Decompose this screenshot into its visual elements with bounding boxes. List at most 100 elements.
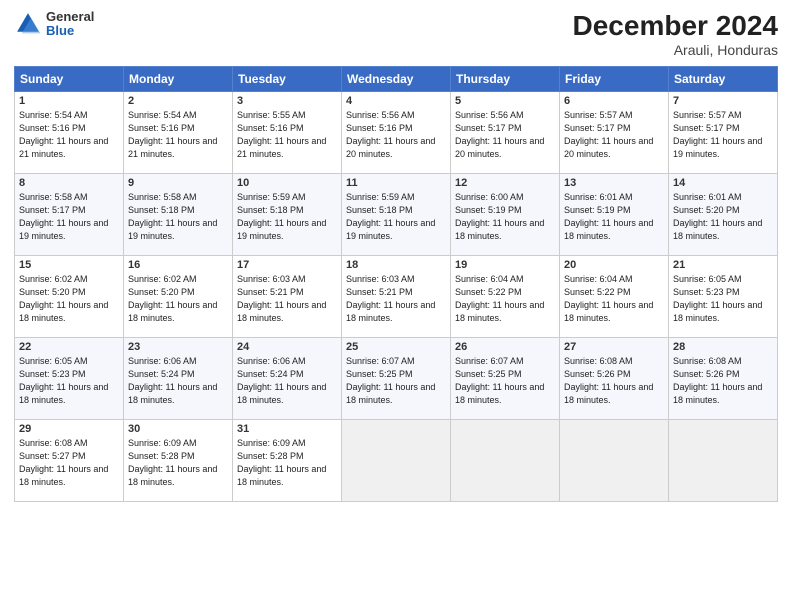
day-info: Sunrise: 6:04 AMSunset: 5:22 PMDaylight:… — [564, 273, 664, 325]
day-cell-6: 6 Sunrise: 5:57 AMSunset: 5:17 PMDaylight… — [560, 92, 669, 174]
day-number: 14 — [673, 177, 773, 189]
day-info: Sunrise: 6:03 AMSunset: 5:21 PMDaylight:… — [237, 273, 337, 325]
day-cell-1: 1 Sunrise: 5:54 AMSunset: 5:16 PMDaylight… — [15, 92, 124, 174]
day-info: Sunrise: 6:01 AMSunset: 5:20 PMDaylight:… — [673, 191, 773, 243]
calendar-week-2: 8 Sunrise: 5:58 AMSunset: 5:17 PMDaylight… — [15, 174, 778, 256]
weekday-header-row: SundayMondayTuesdayWednesdayThursdayFrid… — [15, 67, 778, 92]
calendar-week-5: 29 Sunrise: 6:08 AMSunset: 5:27 PMDayligh… — [15, 420, 778, 502]
title-block: December 2024 Arauli, Honduras — [573, 10, 778, 58]
day-info: Sunrise: 6:09 AMSunset: 5:28 PMDaylight:… — [237, 437, 337, 489]
page-container: General Blue December 2024 Arauli, Hondu… — [0, 0, 792, 612]
empty-cell — [451, 420, 560, 502]
calendar-body: 1 Sunrise: 5:54 AMSunset: 5:16 PMDaylight… — [15, 92, 778, 502]
day-cell-30: 30Sunrise: 6:09 AMSunset: 5:28 PMDayligh… — [124, 420, 233, 502]
weekday-monday: Monday — [124, 67, 233, 92]
day-number: 18 — [346, 259, 446, 271]
day-cell-27: 27 Sunrise: 6:08 AMSunset: 5:26 PMDayligh… — [560, 338, 669, 420]
day-cell-24: 24 Sunrise: 6:06 AMSunset: 5:24 PMDayligh… — [233, 338, 342, 420]
logo-blue: Blue — [46, 24, 94, 38]
day-number: 29 — [19, 423, 119, 435]
day-info: Sunrise: 5:59 AMSunset: 5:18 PMDaylight:… — [346, 191, 446, 243]
day-info: Sunrise: 6:07 AMSunset: 5:25 PMDaylight:… — [346, 355, 446, 407]
day-cell-4: 4 Sunrise: 5:56 AMSunset: 5:16 PMDaylight… — [342, 92, 451, 174]
day-cell-7: 7 Sunrise: 5:57 AMSunset: 5:17 PMDaylight… — [669, 92, 778, 174]
day-info: Sunrise: 6:08 AMSunset: 5:27 PMDaylight:… — [19, 437, 119, 489]
day-number: 30 — [128, 423, 228, 435]
day-info: Sunrise: 5:55 AMSunset: 5:16 PMDaylight:… — [237, 109, 337, 161]
day-info: Sunrise: 5:54 AMSunset: 5:16 PMDaylight:… — [128, 109, 228, 161]
day-info: Sunrise: 6:06 AMSunset: 5:24 PMDaylight:… — [237, 355, 337, 407]
day-info: Sunrise: 5:57 AMSunset: 5:17 PMDaylight:… — [673, 109, 773, 161]
day-cell-10: 10 Sunrise: 5:59 AMSunset: 5:18 PMDayligh… — [233, 174, 342, 256]
empty-cell — [342, 420, 451, 502]
day-number: 7 — [673, 95, 773, 107]
day-number: 21 — [673, 259, 773, 271]
day-info: Sunrise: 6:02 AMSunset: 5:20 PMDaylight:… — [19, 273, 119, 325]
day-info: Sunrise: 5:56 AMSunset: 5:16 PMDaylight:… — [346, 109, 446, 161]
day-info: Sunrise: 5:57 AMSunset: 5:17 PMDaylight:… — [564, 109, 664, 161]
day-cell-28: 28Sunrise: 6:08 AMSunset: 5:26 PMDayligh… — [669, 338, 778, 420]
day-cell-17: 17 Sunrise: 6:03 AMSunset: 5:21 PMDayligh… — [233, 256, 342, 338]
weekday-friday: Friday — [560, 67, 669, 92]
day-number: 8 — [19, 177, 119, 189]
day-number: 6 — [564, 95, 664, 107]
day-number: 28 — [673, 341, 773, 353]
day-info: Sunrise: 5:56 AMSunset: 5:17 PMDaylight:… — [455, 109, 555, 161]
day-info: Sunrise: 6:06 AMSunset: 5:24 PMDaylight:… — [128, 355, 228, 407]
day-cell-29: 29 Sunrise: 6:08 AMSunset: 5:27 PMDayligh… — [15, 420, 124, 502]
day-info: Sunrise: 5:58 AMSunset: 5:17 PMDaylight:… — [19, 191, 119, 243]
day-cell-26: 26Sunrise: 6:07 AMSunset: 5:25 PMDayligh… — [451, 338, 560, 420]
day-number: 17 — [237, 259, 337, 271]
day-number: 22 — [19, 341, 119, 353]
day-info: Sunrise: 6:05 AMSunset: 5:23 PMDaylight:… — [19, 355, 119, 407]
day-number: 10 — [237, 177, 337, 189]
logo-icon — [14, 10, 42, 38]
day-info: Sunrise: 5:54 AMSunset: 5:16 PMDaylight:… — [19, 109, 119, 161]
day-cell-14: 14 Sunrise: 6:01 AMSunset: 5:20 PMDayligh… — [669, 174, 778, 256]
day-info: Sunrise: 6:00 AMSunset: 5:19 PMDaylight:… — [455, 191, 555, 243]
logo-text: General Blue — [46, 10, 94, 39]
day-number: 20 — [564, 259, 664, 271]
weekday-saturday: Saturday — [669, 67, 778, 92]
day-cell-20: 20 Sunrise: 6:04 AMSunset: 5:22 PMDayligh… — [560, 256, 669, 338]
day-number: 25 — [346, 341, 446, 353]
page-header: General Blue December 2024 Arauli, Hondu… — [14, 10, 778, 58]
day-number: 24 — [237, 341, 337, 353]
day-info: Sunrise: 6:07 AMSunset: 5:25 PMDaylight:… — [455, 355, 555, 407]
day-info: Sunrise: 5:59 AMSunset: 5:18 PMDaylight:… — [237, 191, 337, 243]
day-cell-22: 22 Sunrise: 6:05 AMSunset: 5:23 PMDayligh… — [15, 338, 124, 420]
day-cell-31: 31 Sunrise: 6:09 AMSunset: 5:28 PMDayligh… — [233, 420, 342, 502]
day-number: 12 — [455, 177, 555, 189]
logo-general: General — [46, 10, 94, 24]
day-number: 27 — [564, 341, 664, 353]
day-cell-18: 18 Sunrise: 6:03 AMSunset: 5:21 PMDayligh… — [342, 256, 451, 338]
day-number: 4 — [346, 95, 446, 107]
day-info: Sunrise: 6:08 AMSunset: 5:26 PMDaylight:… — [564, 355, 664, 407]
weekday-wednesday: Wednesday — [342, 67, 451, 92]
day-cell-5: 5Sunrise: 5:56 AMSunset: 5:17 PMDaylight… — [451, 92, 560, 174]
day-cell-13: 13 Sunrise: 6:01 AMSunset: 5:19 PMDayligh… — [560, 174, 669, 256]
weekday-thursday: Thursday — [451, 67, 560, 92]
day-info: Sunrise: 6:01 AMSunset: 5:19 PMDaylight:… — [564, 191, 664, 243]
day-number: 13 — [564, 177, 664, 189]
day-info: Sunrise: 6:02 AMSunset: 5:20 PMDaylight:… — [128, 273, 228, 325]
day-cell-25: 25 Sunrise: 6:07 AMSunset: 5:25 PMDayligh… — [342, 338, 451, 420]
calendar-week-3: 15Sunrise: 6:02 AMSunset: 5:20 PMDayligh… — [15, 256, 778, 338]
logo: General Blue — [14, 10, 94, 39]
day-number: 1 — [19, 95, 119, 107]
day-cell-2: 2Sunrise: 5:54 AMSunset: 5:16 PMDaylight… — [124, 92, 233, 174]
day-cell-9: 9Sunrise: 5:58 AMSunset: 5:18 PMDaylight… — [124, 174, 233, 256]
day-number: 31 — [237, 423, 337, 435]
day-info: Sunrise: 6:05 AMSunset: 5:23 PMDaylight:… — [673, 273, 773, 325]
location-subtitle: Arauli, Honduras — [573, 42, 778, 58]
empty-cell — [669, 420, 778, 502]
day-info: Sunrise: 6:03 AMSunset: 5:21 PMDaylight:… — [346, 273, 446, 325]
calendar-week-1: 1 Sunrise: 5:54 AMSunset: 5:16 PMDaylight… — [15, 92, 778, 174]
empty-cell — [560, 420, 669, 502]
calendar-week-4: 22 Sunrise: 6:05 AMSunset: 5:23 PMDayligh… — [15, 338, 778, 420]
day-cell-8: 8 Sunrise: 5:58 AMSunset: 5:17 PMDaylight… — [15, 174, 124, 256]
day-cell-11: 11Sunrise: 5:59 AMSunset: 5:18 PMDayligh… — [342, 174, 451, 256]
day-number: 3 — [237, 95, 337, 107]
month-year-title: December 2024 — [573, 10, 778, 42]
day-number: 16 — [128, 259, 228, 271]
